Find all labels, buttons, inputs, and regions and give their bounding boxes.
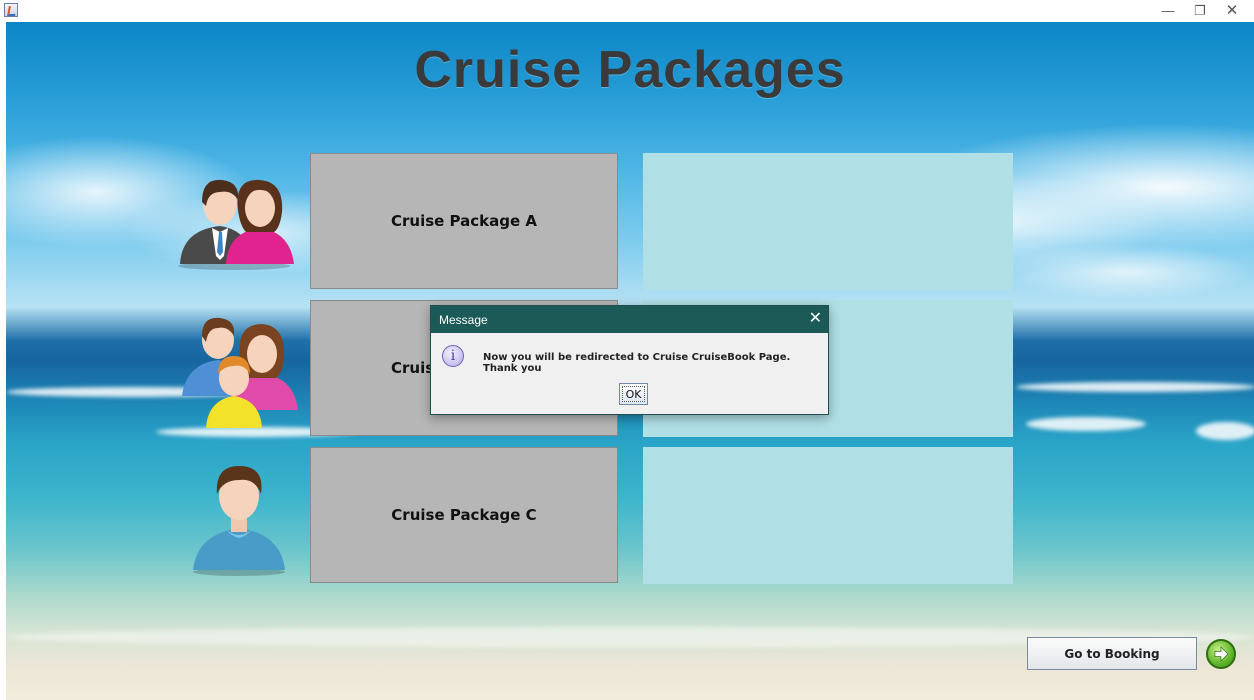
cruise-package-a-button[interactable]: Cruise Package A	[310, 153, 618, 289]
message-dialog: Message ✕ i Now you will be redirected t…	[430, 305, 829, 415]
information-icon: i	[442, 345, 464, 367]
go-to-booking-label: Go to Booking	[1064, 646, 1160, 661]
dialog-titlebar: Message ✕	[431, 306, 828, 333]
window-titlebar: — ❐ ✕	[0, 0, 1254, 22]
ok-button[interactable]: OK	[619, 383, 648, 405]
dialog-close-icon[interactable]: ✕	[809, 309, 822, 329]
couple-avatar-icon	[178, 179, 294, 270]
wave-foam	[1196, 422, 1254, 440]
package-c-description-panel	[643, 447, 1013, 584]
go-to-booking-button[interactable]: Go to Booking	[1027, 637, 1197, 670]
single-person-avatar-icon	[193, 466, 285, 576]
cruise-package-b-label: Cruis	[391, 359, 435, 377]
restore-icon[interactable]: ❐	[1185, 2, 1215, 20]
page-title: Cruise Packages	[414, 41, 846, 99]
ok-button-label: OK	[625, 387, 642, 401]
wave-foam	[1016, 382, 1254, 392]
cruise-package-c-label: Cruise Package C	[391, 506, 537, 524]
green-arrow-right-icon[interactable]	[1206, 639, 1236, 669]
cruise-package-a-label: Cruise Package A	[391, 212, 537, 230]
package-a-description-panel	[643, 153, 1013, 290]
wave-foam	[1026, 417, 1146, 431]
minimize-icon[interactable]: —	[1153, 2, 1183, 20]
family-avatar-icon	[182, 317, 298, 428]
close-icon[interactable]: ✕	[1217, 2, 1247, 20]
cruise-package-c-button[interactable]: Cruise Package C	[310, 447, 618, 583]
java-cup-icon	[4, 3, 18, 17]
dialog-message: Now you will be redirected to Cruise Cru…	[483, 352, 791, 374]
dialog-title: Message	[439, 313, 488, 327]
